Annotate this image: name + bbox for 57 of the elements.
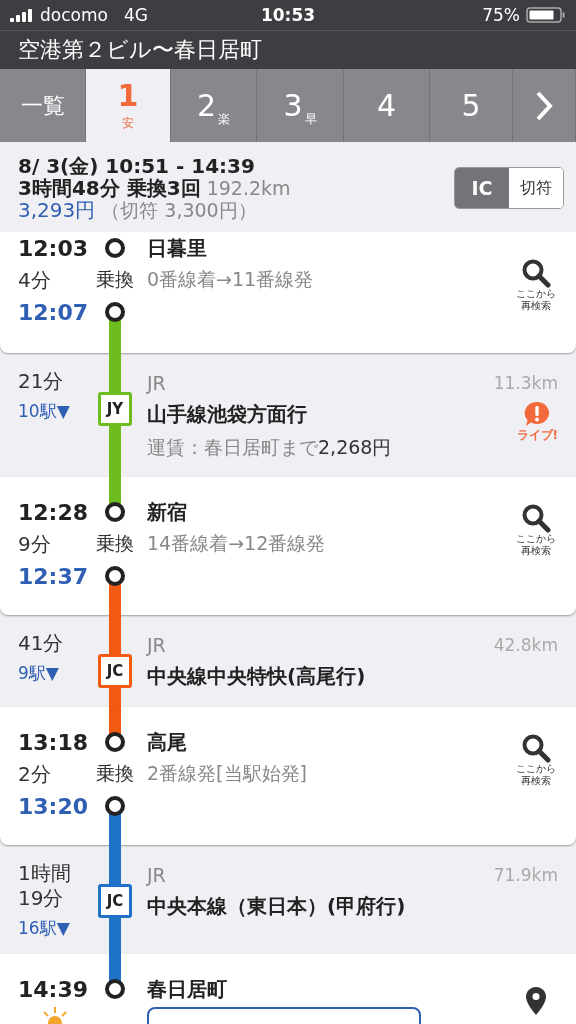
line-name: 山手線池袋方面行 xyxy=(146,401,308,428)
station-name: 高尾 xyxy=(146,728,187,756)
fare-text: 運賃：春日居町まで2,268円 xyxy=(146,435,393,460)
fare-mode-toggle[interactable]: 切符 xyxy=(509,168,563,208)
operator-name: JR xyxy=(145,863,167,888)
line-code-badge: JC xyxy=(98,884,132,918)
platform-info: 2番線発[当駅始発] xyxy=(146,761,307,786)
operator-name: JR xyxy=(145,371,167,396)
platform-info: 14番線着→12番線発 xyxy=(146,531,326,556)
carrier-name: docomo xyxy=(40,5,108,25)
departure-time: 12:07 xyxy=(17,299,89,325)
route-tab[interactable]: 1 安 xyxy=(86,69,171,142)
transfer-duration: 2分 xyxy=(17,760,51,788)
departure-time: 12:37 xyxy=(17,563,89,589)
total-fare: 3,293円 xyxy=(18,199,96,221)
station-name: 日暮里 xyxy=(146,234,207,262)
transfer-duration: 4分 xyxy=(17,266,51,294)
platform-info: 0番線着→11番線発 xyxy=(146,267,314,292)
transfer-label: 乗換 xyxy=(96,761,134,786)
duration-transfers: 3時間48分 乗換3回 xyxy=(18,177,201,199)
live-button[interactable]: ライブ! xyxy=(516,401,558,444)
fare-mode-toggle[interactable]: IC xyxy=(455,168,509,208)
search-from-here-button[interactable]: ここから 再検索 xyxy=(516,503,556,557)
ride-duration: 19分 xyxy=(17,886,65,911)
arrival-time: 14:39 xyxy=(17,976,89,1002)
ride-duration: 41分 xyxy=(17,631,65,656)
line-name: 中央本線（東日本）(甲府行) xyxy=(146,893,407,920)
arrival-time: 12:03 xyxy=(17,235,89,261)
ride-distance: 42.8km xyxy=(492,634,559,657)
date-time-range: 8/ 3(金) 10:51 - 14:39 xyxy=(18,155,256,177)
search-from-here-button[interactable]: ここから 再検索 xyxy=(516,258,556,312)
battery-percent: 75% xyxy=(482,5,520,25)
line-code-badge: JC xyxy=(98,654,132,688)
ride-distance: 71.9km xyxy=(492,864,559,887)
arrival-time: 12:28 xyxy=(17,499,89,525)
line-name: 中央線中央特快(高尾行) xyxy=(146,663,367,690)
stops-toggle[interactable]: 10駅▼ xyxy=(0,400,93,423)
stops-toggle[interactable]: 9駅▼ xyxy=(0,662,93,685)
transfer-label: 乗換 xyxy=(96,267,134,292)
transfer-label: 乗換 xyxy=(96,531,134,556)
stops-toggle[interactable]: 16駅▼ xyxy=(0,917,93,940)
operator-name: JR xyxy=(145,633,167,658)
network-type: 4G xyxy=(123,5,148,25)
ride-distance: 11.3km xyxy=(492,372,559,395)
clock: 10:53 xyxy=(260,5,316,25)
ticket-fare: （切符 3,300円） xyxy=(101,199,257,221)
arrival-time: 13:18 xyxy=(17,729,89,755)
search-from-here-button[interactable]: ここから 再検索 xyxy=(516,733,556,787)
departure-time: 13:20 xyxy=(17,793,89,819)
total-distance: 192.2km xyxy=(206,177,291,199)
station-name: 春日居町 xyxy=(146,975,227,1003)
ride-duration: 21分 xyxy=(17,369,65,394)
line-code-badge: JY xyxy=(98,392,132,426)
transfer-duration: 9分 xyxy=(17,530,51,558)
station-name: 新宿 xyxy=(146,498,187,526)
ride-duration: 1時間 xyxy=(17,861,72,886)
route-title: 空港第２ビル〜春日居町 xyxy=(0,30,576,69)
